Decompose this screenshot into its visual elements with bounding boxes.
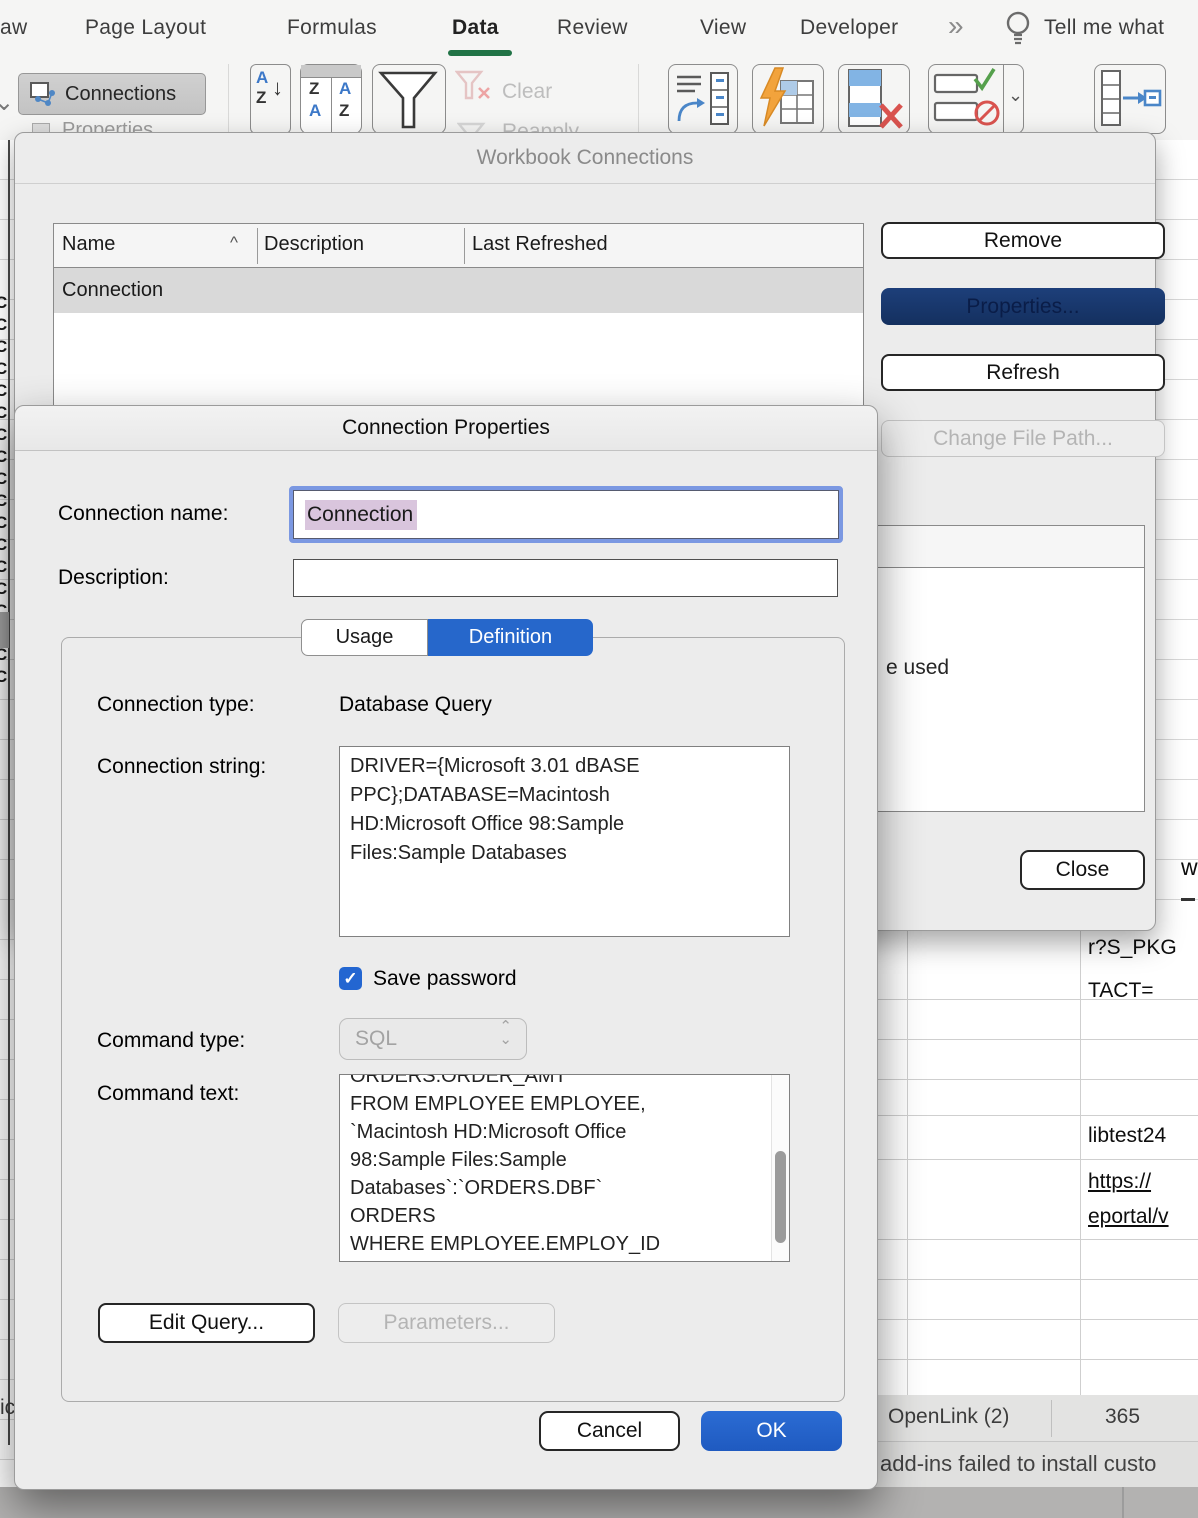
flash-fill-icon <box>759 67 814 127</box>
connection-properties-dialog: Connection Properties Connection name: C… <box>14 405 878 1490</box>
ribbon-overflow-chevron[interactable]: » <box>948 10 964 42</box>
sheet-tab-fragment: ic <box>0 1396 16 1419</box>
sheet-tab-365[interactable]: 365 <box>1105 1405 1140 1429</box>
ribbon: aw Page Layout Formulas Data Review View… <box>0 0 1198 140</box>
data-validation-split <box>1003 65 1004 133</box>
connection-name-label: Connection name: <box>58 502 229 525</box>
remove-duplicates-button[interactable] <box>838 64 910 134</box>
properties-button[interactable]: Properties... <box>881 288 1165 325</box>
cell-libtest: libtest24 <box>1088 1124 1167 1147</box>
cp-title-bar: Connection Properties <box>15 406 877 451</box>
ok-button[interactable]: OK <box>701 1411 842 1451</box>
left-window-edge <box>8 140 10 1445</box>
tab-draw-partial[interactable]: aw <box>0 16 27 40</box>
change-file-path-button[interactable]: Change File Path... <box>881 420 1165 457</box>
status-message: add-ins failed to install custo <box>880 1451 1157 1476</box>
az-z: Z <box>339 101 350 120</box>
workbook-connections-title: Workbook Connections <box>476 146 694 169</box>
text-to-columns-button[interactable] <box>668 64 738 134</box>
remove-button[interactable]: Remove <box>881 222 1165 259</box>
column-description[interactable]: Description <box>264 233 364 256</box>
sort-icon-divider <box>331 77 332 133</box>
filter-funnel-icon <box>378 71 438 129</box>
sort-dialog-button[interactable]: Z A A Z <box>300 64 362 134</box>
tab-page-layout[interactable]: Page Layout <box>85 16 206 40</box>
cancel-button[interactable]: Cancel <box>539 1411 680 1451</box>
clear-filter-icon <box>455 70 493 104</box>
sort-a-glyph: A <box>256 68 269 87</box>
clear-filter-button[interactable]: Clear <box>502 80 552 104</box>
wc-title-separator <box>15 183 1155 184</box>
consolidate-button[interactable] <box>1094 64 1166 134</box>
data-validation-icon <box>933 68 1000 126</box>
definition-group-box <box>61 637 845 1402</box>
active-tab-underline <box>448 50 512 56</box>
tab-developer[interactable]: Developer <box>800 16 898 40</box>
connections-button[interactable]: Connections <box>18 73 206 115</box>
connection-name-input[interactable]: Connection <box>289 486 843 543</box>
za-z: Z <box>309 79 320 98</box>
column-divider[interactable] <box>257 228 258 264</box>
sort-ascending-indicator[interactable]: ^ <box>230 233 238 253</box>
data-validation-dropdown-chevron[interactable]: ⌄ <box>1008 85 1023 106</box>
cell-fragment-w: w <box>1181 854 1198 880</box>
filter-button[interactable] <box>372 64 446 134</box>
close-button[interactable]: Close <box>1020 850 1145 890</box>
connection-row-selected[interactable]: Connection <box>54 268 863 313</box>
consolidate-icon <box>1101 70 1162 126</box>
sort-arrow-glyph: ↓ <box>272 75 283 100</box>
right-grid-strip <box>1156 140 1198 931</box>
tab-formulas[interactable]: Formulas <box>287 16 377 40</box>
connection-properties-title: Connection Properties <box>342 416 550 439</box>
left-gray-band <box>0 612 9 648</box>
column-divider[interactable] <box>464 228 465 264</box>
tab-view[interactable]: View <box>700 16 746 40</box>
description-label: Description: <box>58 566 169 589</box>
sort-z-glyph: Z <box>256 88 267 107</box>
bottom-strip-line <box>1122 1487 1124 1518</box>
tab-usage[interactable]: Usage <box>301 619 428 656</box>
za-a: A <box>309 101 322 120</box>
lightbulb-icon <box>1002 8 1034 50</box>
data-validation-button[interactable]: ⌄ <box>928 64 1024 134</box>
flash-fill-button[interactable] <box>752 64 824 134</box>
connections-label: Connections <box>65 82 177 105</box>
connections-table-header: Name ^ Description Last Refreshed <box>54 224 863 268</box>
text-to-columns-icon <box>677 72 729 125</box>
column-last-refreshed[interactable]: Last Refreshed <box>472 233 608 256</box>
az-a: A <box>339 79 352 98</box>
excel-window: CCCCCCCCCCCCCCCCCC ic w r?S_PKG TACT= li… <box>0 0 1198 1518</box>
column-name[interactable]: Name <box>62 233 115 256</box>
refresh-button[interactable]: Refresh <box>881 354 1165 391</box>
cell-pkg: r?S_PKG TACT= <box>1088 936 1177 1002</box>
bottom-strip <box>0 1487 1198 1518</box>
description-input[interactable] <box>293 559 838 597</box>
hidden-control-chevron[interactable]: ⌄ <box>0 88 14 117</box>
connections-icon <box>29 80 57 108</box>
sheet-tab-divider <box>1051 1400 1052 1437</box>
tab-data[interactable]: Data <box>452 16 499 40</box>
tab-review[interactable]: Review <box>557 16 628 40</box>
cell-hyperlink[interactable]: https:// eportal/v <box>1088 1164 1169 1234</box>
sort-az-button[interactable]: A Z ↓ <box>250 64 291 134</box>
sheet-tab-openlink[interactable]: OpenLink (2) <box>888 1405 1009 1429</box>
cell-fragment-dash <box>1181 898 1195 901</box>
tell-me-label[interactable]: Tell me what <box>1044 16 1164 40</box>
connection-name-value: Connection <box>305 499 418 530</box>
usage-panel-partial-text: e used <box>886 656 950 679</box>
tab-definition[interactable]: Definition <box>428 619 593 656</box>
remove-duplicates-icon <box>848 69 903 129</box>
